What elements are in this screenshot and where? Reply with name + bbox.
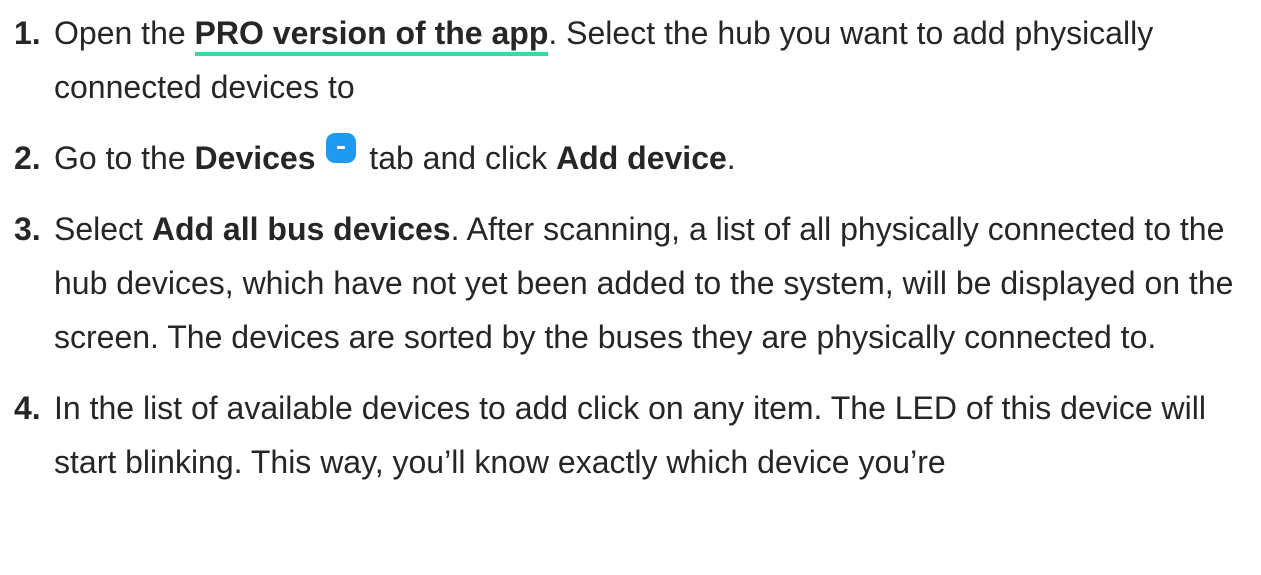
step-number: 1. — [14, 15, 41, 51]
devices-label: Devices — [194, 140, 316, 176]
step-4: 4. In the list of available devices to a… — [14, 381, 1249, 489]
step-text: Select Add all bus devices. After scanni… — [54, 202, 1249, 364]
step-text: In the list of available devices to add … — [54, 381, 1249, 489]
step-3: 3. Select Add all bus devices. After sca… — [14, 202, 1249, 364]
step-text-part: Open the — [54, 15, 195, 51]
devices-tab-icon — [326, 133, 357, 163]
step-1: 1. Open the PRO version of the app. Sele… — [14, 6, 1249, 114]
step-number: 3. — [14, 211, 41, 247]
steps-list: 1. Open the PRO version of the app. Sele… — [14, 6, 1249, 506]
step-text-part: Go to the — [54, 140, 195, 176]
step-text-part: tab and click — [360, 140, 557, 176]
add-all-bus-devices-label: Add all bus devices — [151, 211, 451, 247]
step-text-part: In the list of available devices to add … — [54, 390, 1206, 480]
step-text: Open the PRO version of the app. Select … — [54, 6, 1249, 114]
step-2: 2. Go to the Devices tab and click Add d… — [14, 131, 1249, 185]
step-text: Go to the Devices tab and click Add devi… — [54, 131, 1249, 185]
add-device-label: Add device — [556, 140, 727, 176]
instructions-document: 1. Open the PRO version of the app. Sele… — [0, 0, 1261, 575]
step-number: 4. — [14, 390, 41, 426]
step-number: 2. — [14, 140, 41, 176]
step-text-part: Select — [54, 211, 152, 247]
pro-app-link[interactable]: PRO version of the app — [194, 15, 549, 56]
step-text-part: . — [726, 140, 736, 176]
